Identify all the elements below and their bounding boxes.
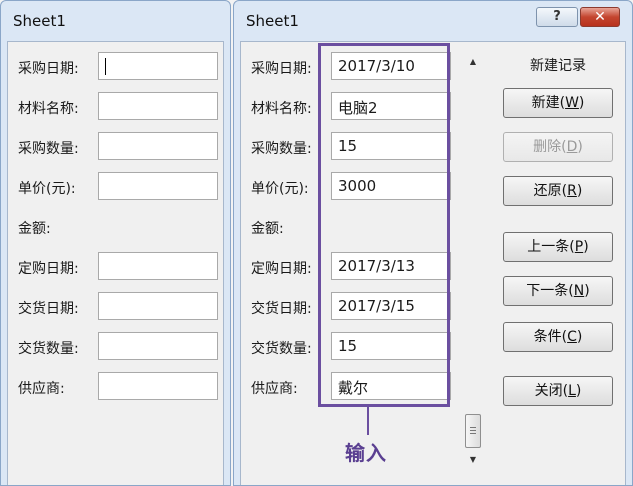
label-delivery-date: 交货日期: [251,301,312,317]
left-label-unit-price: 单价(元): [18,181,76,197]
label-delivery-qty: 交货数量: [251,341,312,357]
left-unit-price-input[interactable] [98,172,218,200]
close-icon: ✕ [594,9,606,25]
new-button-label: 新建 [531,95,560,111]
left-row-unit-price: 单价(元): [18,172,218,202]
left-row-supplier: 供应商: [18,372,218,402]
left-label-supplier: 供应商: [18,381,65,397]
left-label-order-date: 定购日期: [18,261,79,277]
close-window-button[interactable]: ✕ [580,7,620,27]
left-label-delivery-date: 交货日期: [18,301,79,317]
right-dialog-window: Sheet1 ? ✕ 采购日期: 2017/3/10 材料名称: 电脑2 采购数… [233,0,633,486]
next-record-button[interactable]: 下一条(N) [503,276,613,306]
right-row-purchase-qty: 采购数量: 15 [251,132,451,162]
label-order-date: 定购日期: [251,261,312,277]
delete-button-hotkey: D [566,139,578,155]
prev-button-label: 上一条 [527,239,570,255]
right-window-title: Sheet1 [246,12,299,30]
supplier-input[interactable]: 戴尔 [331,372,451,400]
material-name-input[interactable]: 电脑2 [331,92,451,120]
right-row-amount: 金额: [251,212,451,242]
left-supplier-input[interactable] [98,372,218,400]
left-row-amount: 金额: [18,212,218,242]
label-supplier: 供应商: [251,381,298,397]
record-status-label: 新建记录 [530,58,586,74]
new-button-hotkey: W [565,95,579,111]
help-icon: ? [553,9,561,24]
next-button-label: 下一条 [526,283,569,299]
left-label-purchase-qty: 采购数量: [18,141,79,157]
close-button[interactable]: 关闭(L) [503,376,613,406]
left-label-material-name: 材料名称: [18,101,79,117]
left-row-order-date: 定购日期: [18,252,218,282]
order-date-input[interactable]: 2017/3/13 [331,252,451,280]
left-label-purchase-date: 采购日期: [18,61,79,77]
delivery-qty-input[interactable]: 15 [331,332,451,360]
close-button-label: 关闭 [534,383,563,399]
purchase-date-input[interactable]: 2017/3/10 [331,52,451,80]
grip-icon [470,430,476,431]
criteria-button-label: 条件 [533,329,562,345]
left-row-purchase-date: 采购日期: [18,52,218,82]
right-row-order-date: 定购日期: 2017/3/13 [251,252,451,282]
input-callout-label: 输入 [345,441,387,465]
prev-button-hotkey: P [574,239,584,255]
label-unit-price: 单价(元): [251,181,309,197]
purchase-qty-input[interactable]: 15 [331,132,451,160]
left-titlebar[interactable]: Sheet1 [1,1,230,41]
left-material-name-input[interactable] [98,92,218,120]
right-row-purchase-date: 采购日期: 2017/3/10 [251,52,451,82]
help-button[interactable]: ? [536,7,578,27]
scroll-up-icon[interactable]: ▲ [464,54,482,70]
criteria-button-hotkey: C [567,329,577,345]
left-window-title: Sheet1 [13,12,66,30]
callout-line [367,407,369,435]
delete-button[interactable]: 删除(D) [503,132,613,162]
left-row-material-name: 材料名称: [18,92,218,122]
delete-button-label: 删除 [533,139,562,155]
new-button[interactable]: 新建(W) [503,88,613,118]
grip-icon [470,433,476,434]
right-row-delivery-qty: 交货数量: 15 [251,332,451,362]
restore-button[interactable]: 还原(R) [503,176,613,206]
label-material-name: 材料名称: [251,101,312,117]
right-row-delivery-date: 交货日期: 2017/3/15 [251,292,451,322]
scroll-thumb[interactable] [465,414,481,448]
label-purchase-date: 采购日期: [251,61,312,77]
prev-record-button[interactable]: 上一条(P) [503,232,613,262]
right-titlebar[interactable]: Sheet1 ? ✕ [234,1,632,41]
criteria-button[interactable]: 条件(C) [503,322,613,352]
right-row-material-name: 材料名称: 电脑2 [251,92,451,122]
left-label-delivery-qty: 交货数量: [18,341,79,357]
label-amount: 金额: [251,221,284,237]
left-delivery-qty-input[interactable] [98,332,218,360]
scroll-down-icon[interactable]: ▼ [464,452,482,468]
text-caret [105,58,106,75]
left-delivery-date-input[interactable] [98,292,218,320]
right-row-supplier: 供应商: 戴尔 [251,372,451,402]
delivery-date-input[interactable]: 2017/3/15 [331,292,451,320]
restore-button-label: 还原 [533,183,562,199]
left-row-delivery-qty: 交货数量: [18,332,218,362]
grip-icon [470,427,476,428]
left-purchase-qty-input[interactable] [98,132,218,160]
restore-button-hotkey: R [567,183,577,199]
left-row-delivery-date: 交货日期: [18,292,218,322]
left-dialog-window: Sheet1 采购日期: 材料名称: 采购数量: 单价(元): 金额: 定购日期… [0,0,231,486]
close-button-hotkey: L [568,383,576,399]
label-purchase-qty: 采购数量: [251,141,312,157]
left-form-body: 采购日期: 材料名称: 采购数量: 单价(元): 金额: 定购日期: 交货日期:… [7,41,224,485]
right-form-body: 采购日期: 2017/3/10 材料名称: 电脑2 采购数量: 15 单价(元)… [240,41,626,485]
right-row-unit-price: 单价(元): 3000 [251,172,451,202]
left-purchase-date-input[interactable] [98,52,218,80]
record-scrollbar[interactable]: ▲ ▼ [464,54,482,468]
left-order-date-input[interactable] [98,252,218,280]
unit-price-input[interactable]: 3000 [331,172,451,200]
next-button-hotkey: N [573,283,585,299]
left-label-amount: 金额: [18,221,51,237]
left-row-purchase-qty: 采购数量: [18,132,218,162]
